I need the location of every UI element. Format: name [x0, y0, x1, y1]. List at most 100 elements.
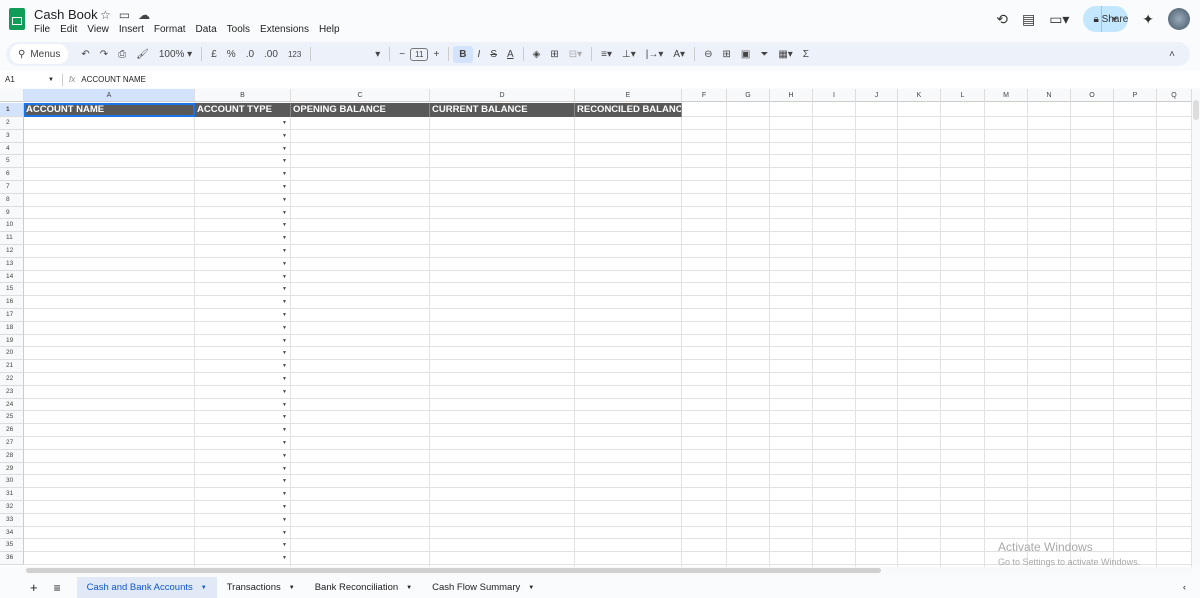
row-header[interactable]: 32 — [0, 501, 24, 514]
sheet-tab[interactable]: Transactions ▼ — [217, 577, 305, 598]
row-header[interactable]: 30 — [0, 475, 24, 489]
share-dropdown[interactable]: ▼ — [1101, 6, 1126, 32]
column-header[interactable]: O — [1071, 89, 1114, 102]
column-header[interactable]: D — [430, 89, 575, 102]
menu-help[interactable]: Help — [319, 24, 340, 35]
menu-data[interactable]: Data — [196, 24, 217, 35]
header-cell[interactable]: OPENING BALANCE — [291, 103, 430, 117]
fill-color-icon[interactable]: ◈ — [528, 49, 546, 60]
sheet-tab[interactable]: Cash and Bank Accounts ▼ — [76, 577, 217, 598]
spreadsheet-grid[interactable]: A B C D E F G H I J K L M N O P Q 1 2 ▼ 3 ▼ 4 ▼ 5 ▼ 6 ▼ 7 ▼ 8 ▼ 9 ▼ 10 ▼ 11 ▼… — [0, 89, 1192, 567]
menu-file[interactable]: File — [34, 24, 50, 35]
functions-button[interactable]: Σ — [798, 49, 814, 60]
menu-format[interactable]: Format — [154, 24, 186, 35]
dropdown-chip-icon[interactable]: ▼ — [282, 338, 287, 344]
dropdown-chip-icon[interactable]: ▼ — [282, 389, 287, 395]
formula-input[interactable]: ACCOUNT NAME — [81, 75, 146, 84]
row-header[interactable]: 13 — [0, 257, 24, 271]
sheet-tab[interactable]: Bank Reconciliation ▼ — [305, 577, 422, 598]
column-header[interactable]: P — [1114, 89, 1157, 102]
dropdown-chip-icon[interactable]: ▼ — [282, 299, 287, 305]
gemini-icon[interactable]: ✦ — [1142, 11, 1154, 28]
italic-button[interactable]: I — [473, 49, 486, 60]
dropdown-chip-icon[interactable]: ▼ — [282, 210, 287, 216]
chevron-down-icon[interactable]: ▼ — [201, 585, 207, 591]
dropdown-chip-icon[interactable]: ▼ — [282, 197, 287, 203]
column-header[interactable]: J — [856, 89, 898, 102]
dropdown-chip-icon[interactable]: ▼ — [282, 261, 287, 267]
dropdown-chip-icon[interactable]: ▼ — [282, 312, 287, 318]
dropdown-chip-icon[interactable]: ▼ — [282, 440, 287, 446]
dropdown-chip-icon[interactable]: ▼ — [282, 171, 287, 177]
menu-tools[interactable]: Tools — [227, 24, 250, 35]
row-header[interactable]: 26 — [0, 424, 24, 437]
name-box[interactable]: A1 — [0, 75, 48, 84]
borders-icon[interactable]: ⊞ — [545, 49, 563, 60]
dropdown-chip-icon[interactable]: ▼ — [282, 350, 287, 356]
dropdown-chip-icon[interactable]: ▼ — [282, 453, 287, 459]
zoom-select[interactable]: 100% ▾ — [154, 49, 197, 60]
column-header[interactable]: G — [727, 89, 770, 102]
dropdown-chip-icon[interactable]: ▼ — [282, 376, 287, 382]
dropdown-chip-icon[interactable]: ▼ — [282, 235, 287, 241]
row-header[interactable]: 36 — [0, 552, 24, 565]
dropdown-chip-icon[interactable]: ▼ — [282, 530, 287, 536]
column-header[interactable]: K — [898, 89, 941, 102]
chevron-down-icon[interactable]: ▼ — [528, 585, 534, 591]
row-header[interactable]: 27 — [0, 437, 24, 450]
dropdown-chip-icon[interactable]: ▼ — [282, 363, 287, 369]
print-icon[interactable]: ⎙ — [113, 49, 131, 60]
bold-button[interactable]: B — [453, 45, 473, 63]
vertical-scrollbar[interactable] — [1192, 89, 1200, 567]
more-formats-button[interactable]: 123 — [283, 50, 306, 59]
row-header[interactable]: 34 — [0, 526, 24, 540]
comment-icon[interactable]: ⊞ — [717, 49, 735, 60]
column-header[interactable]: A — [24, 89, 195, 102]
dropdown-chip-icon[interactable]: ▼ — [282, 542, 287, 548]
row-header[interactable]: 3 — [0, 129, 24, 143]
header-cell[interactable]: ACCOUNT TYPE — [195, 103, 291, 117]
sheet-tab[interactable]: Cash Flow Summary ▼ — [422, 577, 544, 598]
column-header[interactable]: N — [1028, 89, 1071, 102]
dropdown-chip-icon[interactable]: ▼ — [282, 286, 287, 292]
row-header[interactable]: 35 — [0, 539, 24, 553]
merge-cells-icon[interactable]: ⊟▾ — [564, 49, 587, 60]
row-header[interactable]: 16 — [0, 296, 24, 309]
dropdown-chip-icon[interactable]: ▼ — [282, 248, 287, 254]
column-header[interactable]: M — [985, 89, 1028, 102]
column-header[interactable]: B — [195, 89, 291, 102]
column-header[interactable]: L — [941, 89, 985, 102]
dropdown-chip-icon[interactable]: ▼ — [282, 120, 287, 126]
strikethrough-button[interactable]: S — [485, 49, 502, 60]
font-select[interactable]: ▾ — [315, 49, 385, 60]
row-header[interactable]: 18 — [0, 321, 24, 335]
move-folder-icon[interactable]: ▭ — [119, 8, 130, 22]
dropdown-chip-icon[interactable]: ▼ — [282, 478, 287, 484]
decrease-font-size[interactable]: − — [394, 49, 410, 60]
align-left-icon[interactable]: ≡▾ — [596, 49, 617, 60]
selected-cell-a1[interactable] — [24, 103, 195, 117]
row-header[interactable]: 14 — [0, 270, 24, 284]
row-header[interactable]: 9 — [0, 206, 24, 220]
row-header[interactable]: 29 — [0, 462, 24, 476]
text-color-button[interactable]: A — [502, 49, 519, 60]
dropdown-chip-icon[interactable]: ▼ — [282, 466, 287, 472]
row-header[interactable]: 33 — [0, 513, 24, 527]
avatar[interactable] — [1168, 8, 1190, 30]
row-header[interactable]: 2 — [0, 117, 24, 130]
percent-button[interactable]: % — [222, 49, 241, 60]
row-header[interactable]: 19 — [0, 334, 24, 348]
menu-extensions[interactable]: Extensions — [260, 24, 309, 35]
chart-icon[interactable]: ▣ — [736, 49, 755, 60]
sheets-logo[interactable] — [9, 8, 25, 30]
dropdown-chip-icon[interactable]: ▼ — [282, 427, 287, 433]
dropdown-chip-icon[interactable]: ▼ — [282, 133, 287, 139]
search-menus[interactable]: ⚲ Menus — [10, 44, 69, 64]
document-title[interactable]: Cash Book — [34, 7, 98, 22]
column-header[interactable]: I — [813, 89, 856, 102]
vertical-align-icon[interactable]: ⊥▾ — [617, 49, 641, 60]
row-header[interactable]: 24 — [0, 398, 24, 412]
horizontal-scroll-thumb[interactable] — [26, 568, 881, 573]
increase-decimal-button[interactable]: .00 — [259, 49, 283, 60]
row-header[interactable]: 11 — [0, 232, 24, 245]
